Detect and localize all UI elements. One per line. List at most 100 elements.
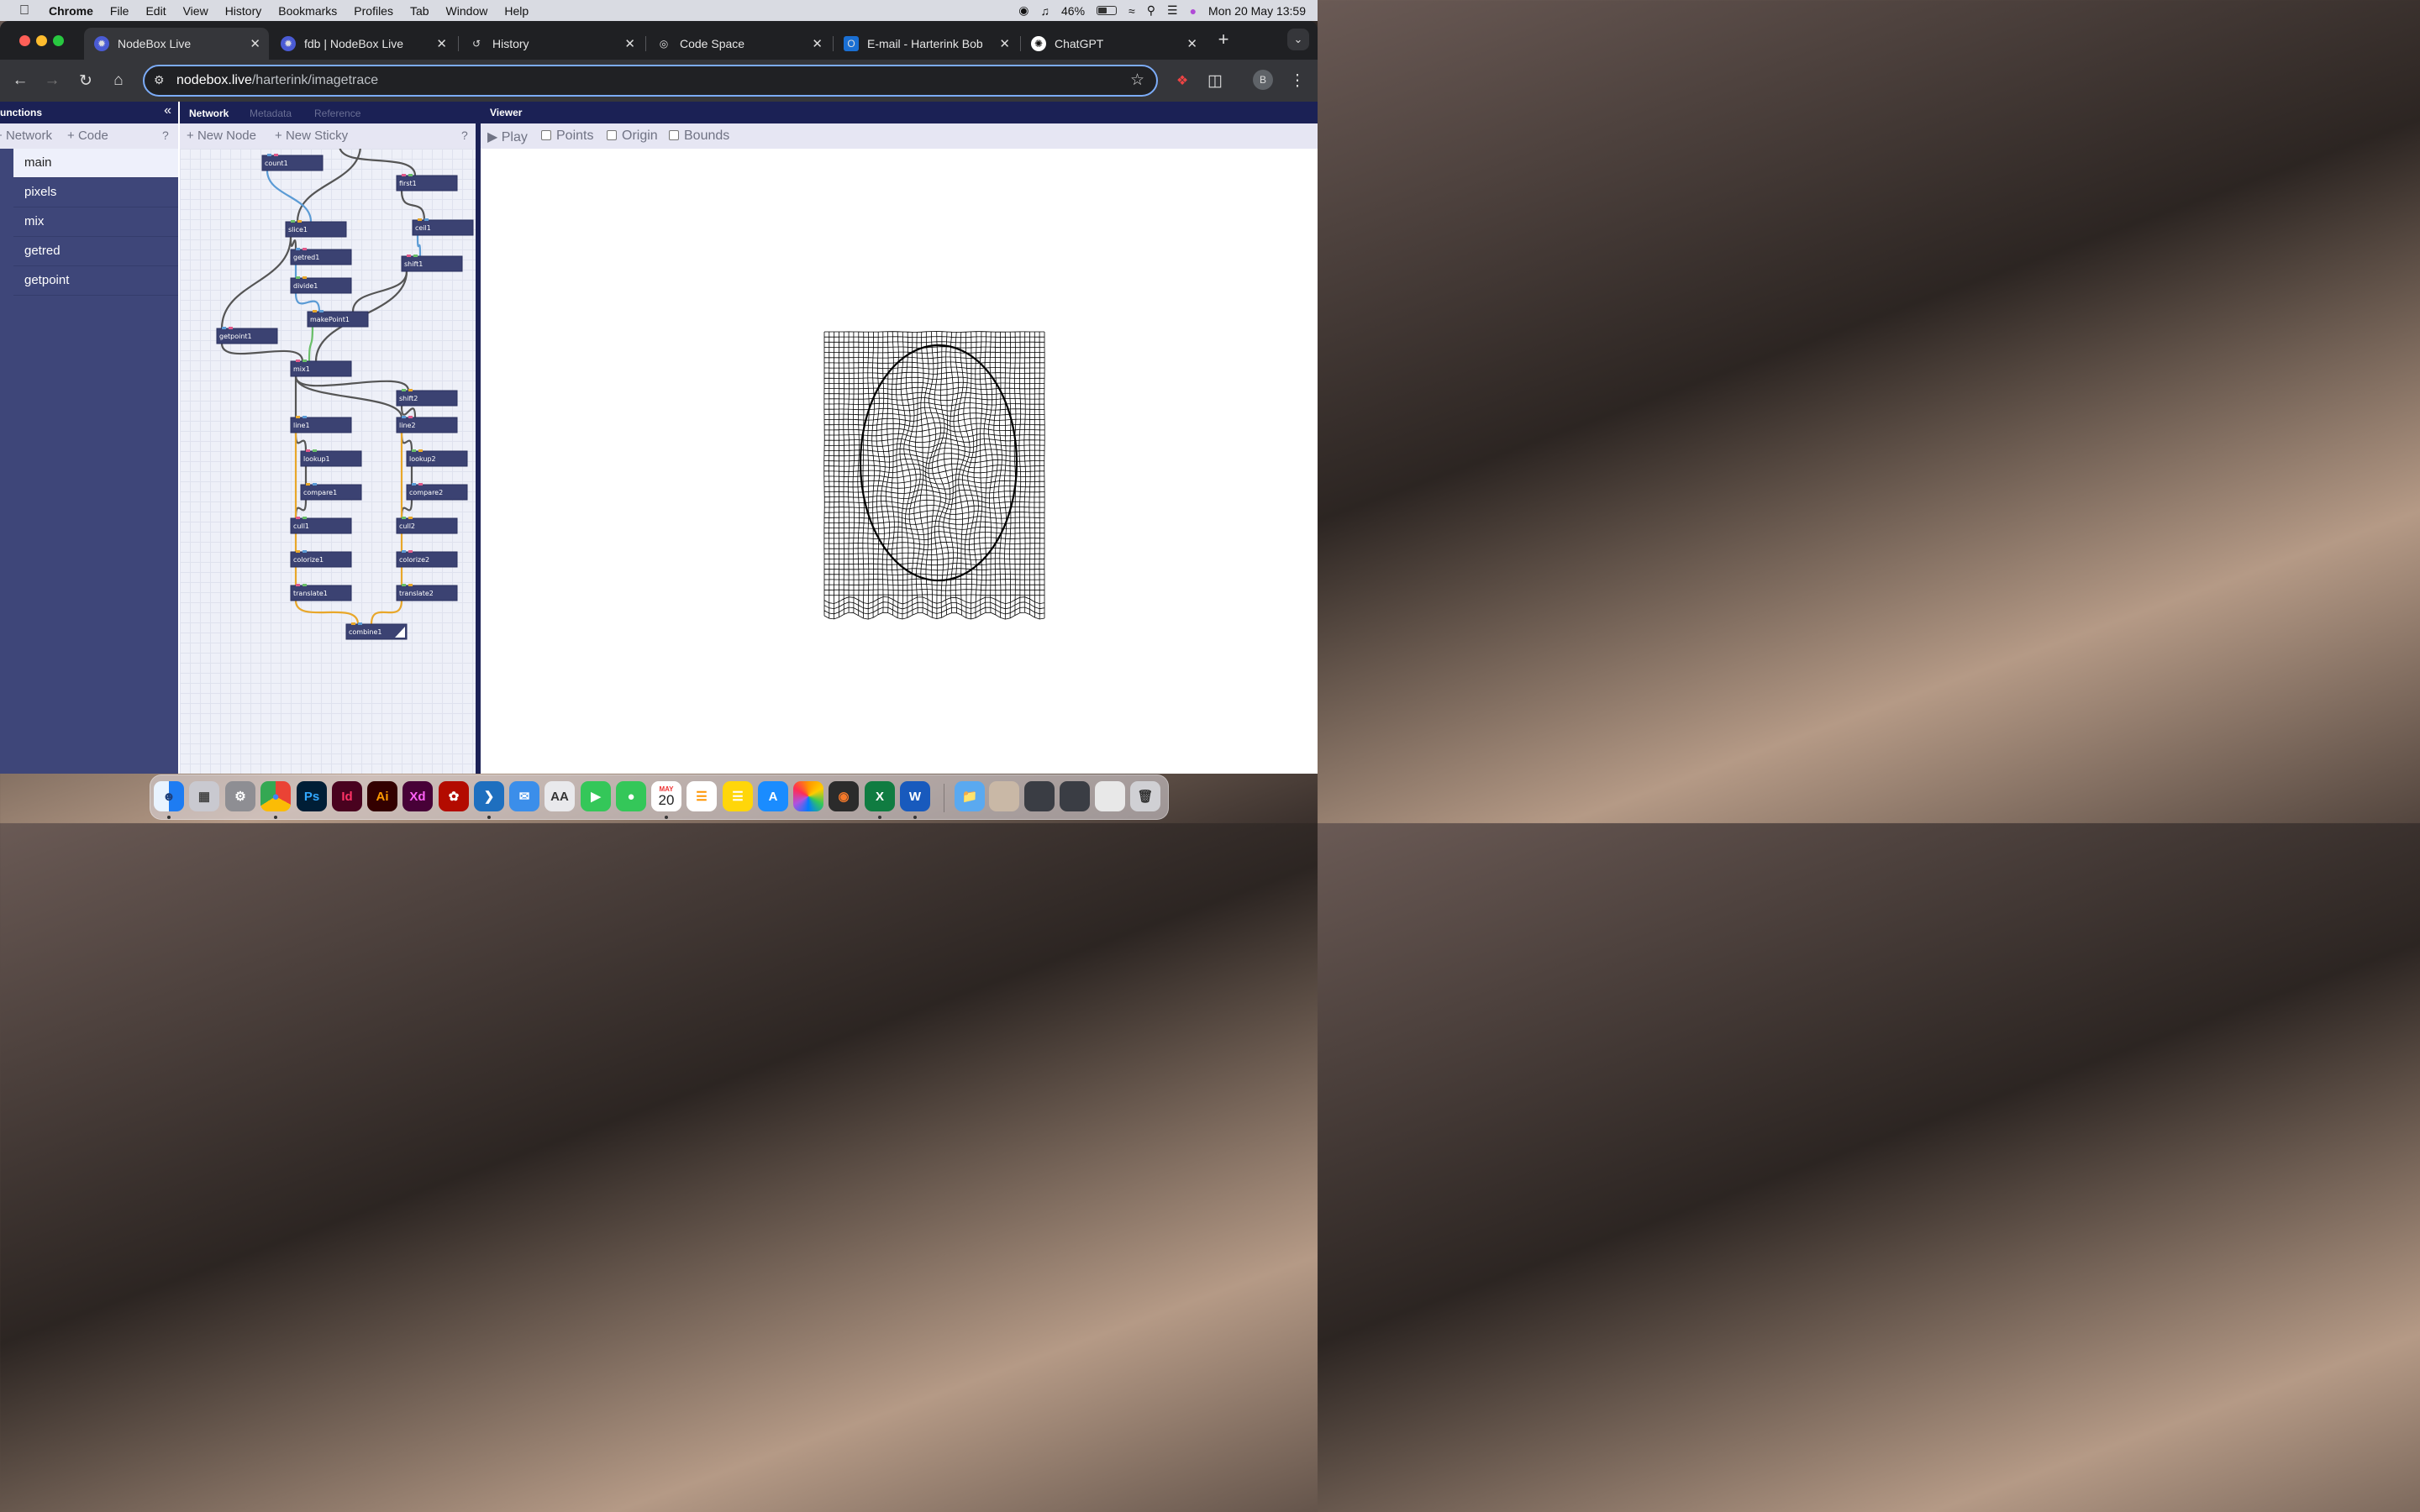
tab-chatgpt[interactable]: ✺ ChatGPT ✕ [1021, 28, 1206, 60]
close-tab-icon[interactable]: ✕ [624, 36, 635, 51]
close-tab-icon[interactable]: ✕ [250, 36, 260, 51]
close-tab-icon[interactable]: ✕ [436, 36, 447, 51]
battery-icon[interactable] [1097, 6, 1118, 15]
menu-history[interactable]: History [225, 4, 262, 18]
blender-icon[interactable]: ◉ [829, 781, 859, 811]
node-input-port[interactable] [351, 622, 355, 625]
node-input-port[interactable] [418, 218, 422, 221]
node-input-port[interactable] [302, 248, 307, 250]
node-input-port[interactable] [302, 276, 307, 279]
node-shift1[interactable]: shift1 [401, 255, 463, 272]
node-input-port[interactable] [296, 416, 300, 418]
node-input-port[interactable] [402, 517, 406, 519]
menu-view[interactable]: View [183, 4, 208, 18]
node-cull2[interactable]: cull2 [396, 517, 458, 534]
finder-icon[interactable]: ☻ [154, 781, 184, 811]
fontbook-icon[interactable]: AA [544, 781, 575, 811]
node-input-port[interactable] [358, 622, 362, 625]
close-window-button[interactable] [19, 35, 30, 46]
node-input-port[interactable] [274, 154, 278, 156]
node-makePoint1[interactable]: makePoint1 [307, 310, 369, 328]
menu-clock[interactable]: Mon 20 May 13:59 [1208, 4, 1306, 18]
node-input-port[interactable] [291, 220, 295, 223]
facetime-icon[interactable]: ▶ [581, 781, 611, 811]
node-input-port[interactable] [267, 154, 271, 156]
close-tab-icon[interactable]: ✕ [1186, 36, 1197, 51]
function-item-getred[interactable]: getred [13, 237, 178, 266]
node-line1[interactable]: line1 [290, 416, 352, 433]
node-slice1[interactable]: slice1 [285, 220, 347, 238]
play-button[interactable]: ▶ Play [487, 129, 528, 145]
node-input-port[interactable] [296, 360, 300, 362]
node-mix1[interactable]: mix1 [290, 360, 352, 377]
appstore-icon[interactable]: A [758, 781, 788, 811]
node-compare1[interactable]: compare1 [300, 483, 362, 501]
node-input-port[interactable] [313, 449, 317, 452]
close-tab-icon[interactable]: ✕ [999, 36, 1010, 51]
points-checkbox[interactable]: Points [541, 129, 593, 144]
tab-fdb-nodebox-live[interactable]: ✹ fdb | NodeBox Live ✕ [271, 28, 455, 60]
menu-app-name[interactable]: Chrome [49, 4, 93, 18]
microphone-icon[interactable]: ♫ [1041, 4, 1050, 18]
node-input-port[interactable] [302, 550, 307, 553]
spotlight-search-icon[interactable]: ⚲ [1147, 3, 1155, 18]
node-input-port[interactable] [306, 483, 310, 486]
downloads-folder-icon[interactable]: 📁 [955, 781, 985, 811]
node-input-port[interactable] [296, 550, 300, 553]
wifi-icon[interactable]: ≈ [1128, 4, 1135, 18]
node-input-port[interactable] [302, 416, 307, 418]
bounds-checkbox-box[interactable] [669, 130, 679, 140]
reload-icon[interactable]: ↻ [75, 70, 97, 92]
preview-icon[interactable] [989, 781, 1019, 811]
menu-window[interactable]: Window [446, 4, 488, 18]
origin-checkbox-box[interactable] [607, 130, 617, 140]
node-input-port[interactable] [296, 248, 300, 250]
collapse-chevrons-icon[interactable]: « [164, 103, 171, 118]
zoom-window-button[interactable] [53, 35, 64, 46]
node-line2[interactable]: line2 [396, 416, 458, 433]
node-input-port[interactable] [313, 483, 317, 486]
function-item-mix[interactable]: mix [13, 207, 178, 237]
siri-icon[interactable]: ● [1190, 4, 1197, 18]
indesign-icon[interactable]: Id [332, 781, 362, 811]
mail-icon[interactable]: ✉ [509, 781, 539, 811]
node-input-port[interactable] [408, 550, 413, 553]
node-cull1[interactable]: cull1 [290, 517, 352, 534]
function-item-pixels[interactable]: pixels [13, 178, 178, 207]
function-item-getpoint[interactable]: getpoint [13, 266, 178, 296]
system-settings-icon[interactable]: ⚙ [225, 781, 255, 811]
node-colorize1[interactable]: colorize1 [290, 550, 352, 568]
node-input-port[interactable] [418, 483, 423, 486]
node-input-port[interactable] [408, 416, 413, 418]
node-input-port[interactable] [408, 517, 413, 519]
node-combine1[interactable]: combine1 [345, 622, 408, 640]
node-input-port[interactable] [302, 584, 307, 586]
node-translate2[interactable]: translate2 [396, 584, 458, 601]
node-input-port[interactable] [296, 517, 300, 519]
node-shift2[interactable]: shift2 [396, 389, 458, 407]
new-sticky-button[interactable]: + New Sticky [275, 129, 348, 143]
excel-icon[interactable]: X [865, 781, 895, 811]
node-input-port[interactable] [402, 416, 406, 418]
menu-profiles[interactable]: Profiles [354, 4, 393, 18]
tab-search-chevron-icon[interactable]: ⌄ [1287, 29, 1309, 50]
add-code-button[interactable]: + Code [67, 129, 108, 143]
node-translate1[interactable]: translate1 [290, 584, 352, 601]
node-input-port[interactable] [302, 360, 307, 362]
minimized-window-icon[interactable] [1024, 781, 1055, 811]
node-input-port[interactable] [418, 449, 423, 452]
node-input-port[interactable] [412, 449, 416, 452]
chrome-icon[interactable]: ● [260, 781, 291, 811]
more-menu-icon[interactable]: ⋮ [1286, 70, 1308, 92]
tab-metadata[interactable]: Metadata [250, 108, 292, 119]
forward-arrow-icon[interactable]: → [41, 70, 63, 92]
tab-history[interactable]: ↺ History ✕ [459, 28, 644, 60]
bounds-checkbox[interactable]: Bounds [669, 129, 729, 144]
vscode-icon[interactable]: ❯ [474, 781, 504, 811]
tab-reference[interactable]: Reference [314, 108, 360, 119]
minimized-window-icon[interactable] [1060, 781, 1090, 811]
tab-email[interactable]: O E-mail - Harterink Bob ✕ [834, 28, 1018, 60]
xd-icon[interactable]: Xd [402, 781, 433, 811]
node-ceil1[interactable]: ceil1 [412, 218, 474, 236]
menu-tab[interactable]: Tab [410, 4, 429, 18]
